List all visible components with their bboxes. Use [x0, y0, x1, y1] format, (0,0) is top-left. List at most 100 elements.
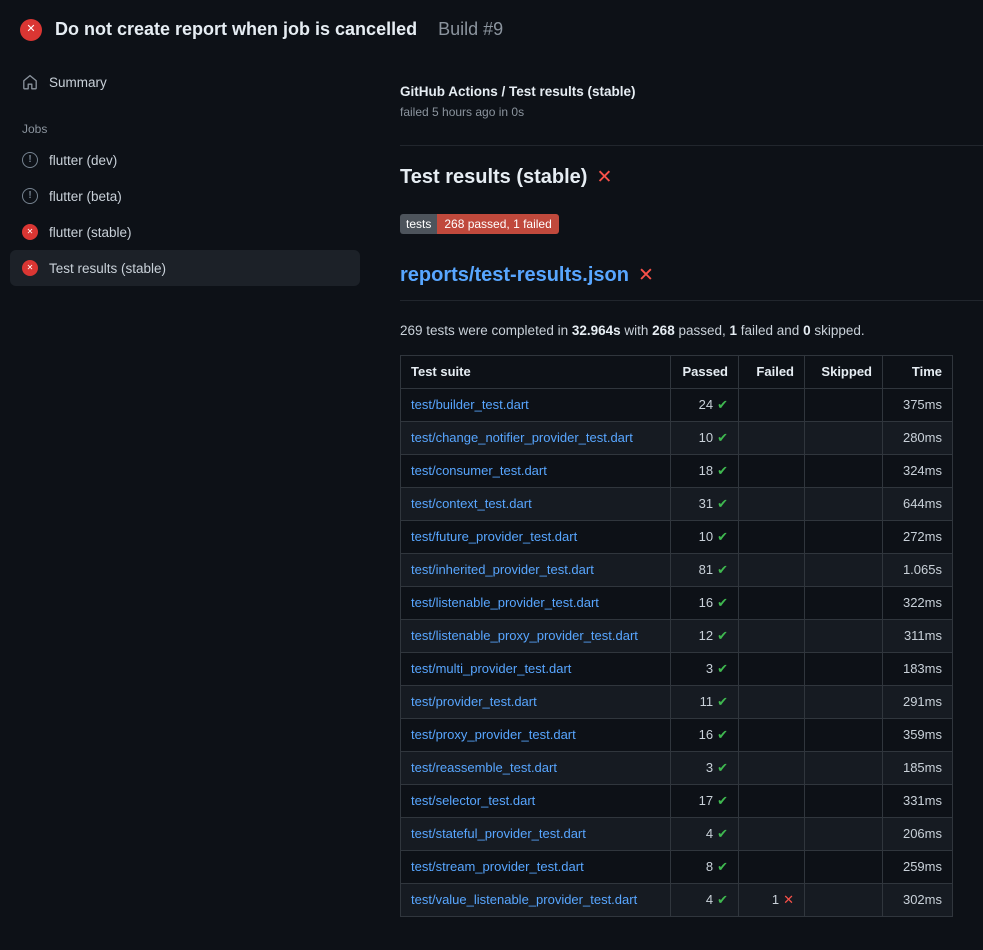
test-suite-link[interactable]: test/stateful_provider_test.dart [411, 826, 586, 841]
divider [400, 145, 983, 146]
time-value: 324ms [883, 455, 953, 488]
job-label: Test results (stable) [49, 261, 166, 276]
test-suite-link[interactable]: test/proxy_provider_test.dart [411, 727, 576, 742]
check-section-title: Test results (stable) [400, 166, 983, 189]
failed-x-icon [638, 266, 654, 285]
passed-count: 12 [699, 628, 713, 643]
test-suite-link[interactable]: test/change_notifier_provider_test.dart [411, 430, 633, 445]
passed-count: 10 [699, 529, 713, 544]
test-suite-link[interactable]: test/future_provider_test.dart [411, 529, 577, 544]
col-time: Time [883, 356, 953, 389]
job-label: flutter (beta) [49, 189, 122, 204]
sidebar-item-flutter-stable[interactable]: flutter (stable) [10, 214, 360, 250]
results-table: Test suite Passed Failed Skipped Time te… [400, 355, 953, 917]
passed-count: 3 [706, 661, 713, 676]
test-suite-link[interactable]: test/listenable_proxy_provider_test.dart [411, 628, 638, 643]
time-value: 331ms [883, 785, 953, 818]
table-row: test/future_provider_test.dart 10 272ms [401, 521, 953, 554]
passed-count: 17 [699, 793, 713, 808]
check-icon [717, 892, 728, 907]
check-icon [717, 727, 728, 742]
sidebar-item-flutter-dev[interactable]: flutter (dev) [10, 142, 360, 178]
time-value: 302ms [883, 884, 953, 917]
time-value: 359ms [883, 719, 953, 752]
table-row: test/stream_provider_test.dart 8 259ms [401, 851, 953, 884]
check-icon [717, 430, 728, 445]
test-suite-link[interactable]: test/provider_test.dart [411, 694, 537, 709]
jobs-heading: Jobs [0, 100, 370, 142]
time-value: 185ms [883, 752, 953, 785]
col-passed: Passed [671, 356, 739, 389]
table-row: test/listenable_provider_test.dart 16 32… [401, 587, 953, 620]
col-failed: Failed [739, 356, 805, 389]
sidebar-summary-label: Summary [49, 75, 107, 90]
check-icon [717, 595, 728, 610]
table-header-row: Test suite Passed Failed Skipped Time [401, 356, 953, 389]
table-row: test/stateful_provider_test.dart 4 206ms [401, 818, 953, 851]
time-value: 272ms [883, 521, 953, 554]
sidebar-item-test-results-stable[interactable]: Test results (stable) [10, 250, 360, 286]
table-row: test/change_notifier_provider_test.dart … [401, 422, 953, 455]
passed-count: 16 [699, 727, 713, 742]
passed-count: 24 [699, 397, 713, 412]
table-row: test/listenable_proxy_provider_test.dart… [401, 620, 953, 653]
check-icon [717, 694, 728, 709]
test-suite-link[interactable]: test/consumer_test.dart [411, 463, 547, 478]
passed-count: 18 [699, 463, 713, 478]
main-content: GitHub Actions / Test results (stable) f… [400, 84, 983, 917]
badge-label: tests [400, 214, 437, 234]
test-suite-link[interactable]: test/multi_provider_test.dart [411, 661, 571, 676]
sidebar-item-flutter-beta[interactable]: flutter (beta) [10, 178, 360, 214]
col-skipped: Skipped [805, 356, 883, 389]
table-row: test/consumer_test.dart 18 324ms [401, 455, 953, 488]
job-status-icon [22, 260, 38, 276]
time-value: 644ms [883, 488, 953, 521]
time-value: 183ms [883, 653, 953, 686]
report-link[interactable]: reports/test-results.json [400, 264, 629, 287]
test-suite-link[interactable]: test/builder_test.dart [411, 397, 529, 412]
build-number: Build #9 [438, 19, 503, 40]
check-icon [717, 562, 728, 577]
test-suite-link[interactable]: test/listenable_provider_test.dart [411, 595, 599, 610]
time-value: 206ms [883, 818, 953, 851]
results-table-body: test/builder_test.dart 24 375ms test/cha… [401, 389, 953, 917]
test-suite-link[interactable]: test/inherited_provider_test.dart [411, 562, 594, 577]
time-value: 322ms [883, 587, 953, 620]
check-icon [717, 397, 728, 412]
table-row: test/proxy_provider_test.dart 16 359ms [401, 719, 953, 752]
passed-count: 8 [706, 859, 713, 874]
test-suite-link[interactable]: test/context_test.dart [411, 496, 532, 511]
test-suite-link[interactable]: test/selector_test.dart [411, 793, 535, 808]
check-title-text: Test results (stable) [400, 166, 587, 189]
table-row: test/selector_test.dart 17 331ms [401, 785, 953, 818]
check-icon [717, 496, 728, 511]
breadcrumb: GitHub Actions / Test results (stable) [400, 84, 983, 99]
test-suite-link[interactable]: test/value_listenable_provider_test.dart [411, 892, 637, 907]
table-row: test/reassemble_test.dart 3 185ms [401, 752, 953, 785]
passed-count: 81 [699, 562, 713, 577]
job-status-icon [22, 152, 38, 168]
check-icon [717, 628, 728, 643]
passed-count: 16 [699, 595, 713, 610]
time-value: 280ms [883, 422, 953, 455]
test-suite-link[interactable]: test/reassemble_test.dart [411, 760, 557, 775]
sidebar-item-summary[interactable]: Summary [0, 64, 370, 100]
run-failed-icon [20, 19, 42, 41]
passed-count: 31 [699, 496, 713, 511]
passed-count: 10 [699, 430, 713, 445]
job-label: flutter (stable) [49, 225, 132, 240]
time-value: 1.065s [883, 554, 953, 587]
time-value: 291ms [883, 686, 953, 719]
time-value: 311ms [883, 620, 953, 653]
check-icon [717, 661, 728, 676]
sidebar: Summary Jobs flutter (dev) flutter (beta… [0, 64, 370, 286]
tests-badge: tests 268 passed, 1 failed [400, 214, 559, 234]
job-status-icon [22, 224, 38, 240]
table-row: test/multi_provider_test.dart 3 183ms [401, 653, 953, 686]
passed-count: 4 [706, 826, 713, 841]
test-suite-link[interactable]: test/stream_provider_test.dart [411, 859, 584, 874]
table-row: test/value_listenable_provider_test.dart… [401, 884, 953, 917]
badge-value: 268 passed, 1 failed [437, 214, 558, 234]
check-icon [717, 793, 728, 808]
summary-line: 269 tests were completed in 32.964s with… [400, 323, 983, 338]
